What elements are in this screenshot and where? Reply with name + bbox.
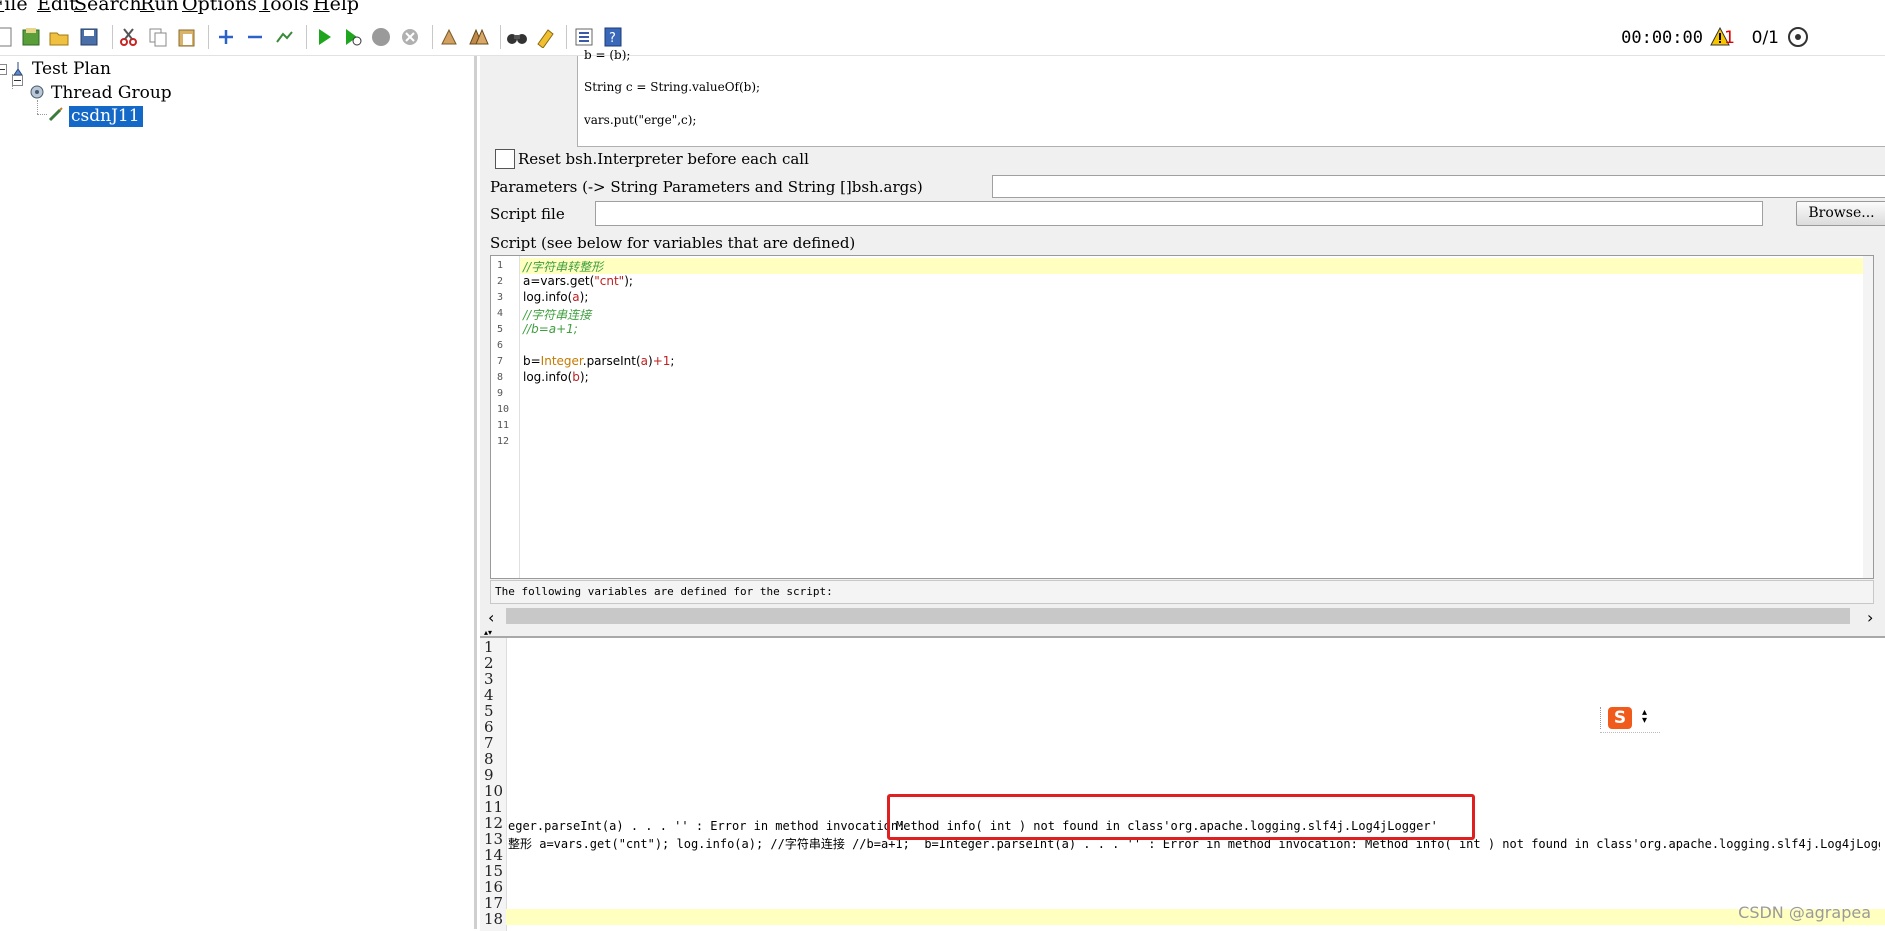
paste-icon[interactable]: [176, 26, 198, 48]
collapse-toggle-icon[interactable]: [12, 75, 23, 86]
svg-text:?: ?: [609, 31, 616, 46]
line-number: 3: [497, 292, 504, 303]
sampler-panel: b = (b); String c = String.valueOf(b); v…: [480, 48, 1885, 931]
beanshell-sampler-icon: [48, 106, 64, 122]
active-threads: 0/1: [1751, 28, 1779, 48]
warning-count: 1: [1724, 28, 1735, 48]
variables-info-bar: The following variables are defined for …: [490, 580, 1874, 604]
save-icon[interactable]: [78, 26, 100, 48]
start-no-pauses-icon[interactable]: [341, 26, 363, 48]
tree-item-csdnj11[interactable]: csdnJ11: [69, 106, 143, 127]
elapsed-timer: 00:00:00: [1621, 28, 1703, 48]
script-label: Script (see below for variables that are…: [490, 234, 856, 252]
clear-all-icon[interactable]: [467, 26, 489, 48]
new-icon[interactable]: [0, 26, 16, 48]
menu-help[interactable]: Help: [313, 0, 359, 14]
variables-label: The following variables are defined for …: [495, 585, 833, 598]
sogou-ime-icon[interactable]: S: [1608, 707, 1632, 729]
line-number: 6: [497, 340, 504, 351]
thread-group-icon: [29, 84, 45, 100]
function-helper-icon[interactable]: [573, 26, 595, 48]
clear-icon[interactable]: [438, 26, 460, 48]
editor-scrollbar[interactable]: [1863, 256, 1873, 578]
collapse-icon[interactable]: [244, 26, 266, 48]
scroll-left-icon[interactable]: ‹: [488, 608, 494, 627]
code-line: //字符串连接: [523, 308, 592, 322]
expand-icon[interactable]: [215, 26, 237, 48]
scroll-right-icon[interactable]: ›: [1867, 608, 1873, 627]
ime-menu-icon[interactable]: ▴ ▾: [1642, 708, 1647, 726]
scroll-thumb[interactable]: [506, 608, 1850, 624]
line-number: 9: [497, 388, 504, 399]
code-line: log.info(b);: [523, 370, 589, 384]
menu-bar: File Edit Search Run Options Tools Help: [0, 0, 1885, 17]
shutdown-icon[interactable]: [399, 26, 421, 48]
previous-script-area[interactable]: b = (b); String c = String.valueOf(b); v…: [577, 48, 1885, 147]
code-line: log.info(a);: [523, 290, 589, 304]
code-line: //b=a+1;: [523, 322, 578, 336]
collapse-toggle-icon[interactable]: [0, 64, 7, 75]
remote-icon[interactable]: [1787, 26, 1809, 48]
copy-icon[interactable]: [147, 26, 169, 48]
prev-script-line: b = (b);: [584, 48, 631, 62]
test-plan-tree: Test Plan Thread Group csdnJ11: [0, 56, 477, 929]
menu-tools[interactable]: Tools: [259, 0, 309, 14]
script-file-input[interactable]: [595, 201, 1763, 226]
parameters-label: Parameters (-> String Parameters and Str…: [490, 178, 923, 196]
browse-button[interactable]: Browse...: [1796, 201, 1885, 226]
line-number: 7: [497, 356, 504, 367]
result-line-12-prefix: eger.parseInt(a) . . . '' : Error in met…: [508, 819, 913, 833]
line-number: 1: [497, 260, 504, 271]
result-line-number: 18: [484, 910, 504, 928]
toolbar: ? 00:00:00 1 0/1: [0, 17, 1885, 56]
current-line-highlight: [506, 909, 1885, 925]
menu-edit[interactable]: Edit: [37, 0, 77, 14]
prev-script-line: String c = String.valueOf(b);: [584, 80, 761, 94]
menu-file[interactable]: File: [0, 0, 28, 14]
stop-icon[interactable]: [370, 26, 392, 48]
result-output-pane[interactable]: 1 2 3 4 5 6 7 8 9 10 11 12 13 14 15 16 1…: [480, 636, 1885, 931]
search-icon[interactable]: [506, 26, 528, 48]
help-icon[interactable]: ?: [602, 26, 624, 48]
script-editor[interactable]: 1 2 3 4 5 6 7 8 9 10 11 12 //字符串转整形 a=va…: [490, 255, 1874, 579]
line-number: 4: [497, 308, 504, 319]
horizontal-scrollbar[interactable]: ‹ ›: [480, 606, 1885, 627]
reset-interpreter-label: Reset bsh.Interpreter before each call: [518, 150, 809, 168]
ime-toolbar[interactable]: S ▴ ▾: [1600, 705, 1660, 733]
tree-item-test-plan[interactable]: Test Plan: [32, 59, 111, 79]
menu-run[interactable]: Run: [140, 0, 179, 14]
reset-interpreter-checkbox[interactable]: [495, 149, 515, 169]
start-icon[interactable]: [313, 26, 335, 48]
menu-options[interactable]: Options: [182, 0, 257, 14]
code-line: a=vars.get("cnt");: [523, 274, 633, 288]
current-line-highlight: [519, 258, 1873, 274]
script-file-label: Script file: [490, 205, 565, 223]
open-icon[interactable]: [48, 26, 70, 48]
line-number: 5: [497, 324, 504, 335]
reset-search-icon[interactable]: [534, 26, 556, 49]
toggle-icon[interactable]: [273, 26, 295, 48]
templates-icon[interactable]: [20, 26, 42, 48]
line-number-gutter: 1 2 3 4 5 6 7 8 9 10 11 12: [491, 256, 520, 578]
code-line: //字符串转整形: [523, 260, 604, 274]
menu-search[interactable]: Search: [74, 0, 142, 14]
prev-script-line: vars.put("erge",c);: [584, 113, 697, 127]
cut-icon[interactable]: [118, 26, 140, 48]
error-highlight-box: [887, 794, 1475, 840]
line-number: 12: [497, 436, 510, 447]
tree-item-thread-group[interactable]: Thread Group: [51, 83, 172, 103]
parameters-input[interactable]: [992, 175, 1885, 198]
line-number: 10: [497, 404, 510, 415]
line-number: 11: [497, 420, 510, 431]
watermark: CSDN @agrapea: [1738, 903, 1871, 922]
line-number: 8: [497, 372, 504, 383]
line-number: 2: [497, 276, 504, 287]
code-line: b=Integer.parseInt(a)+1;: [523, 354, 675, 368]
